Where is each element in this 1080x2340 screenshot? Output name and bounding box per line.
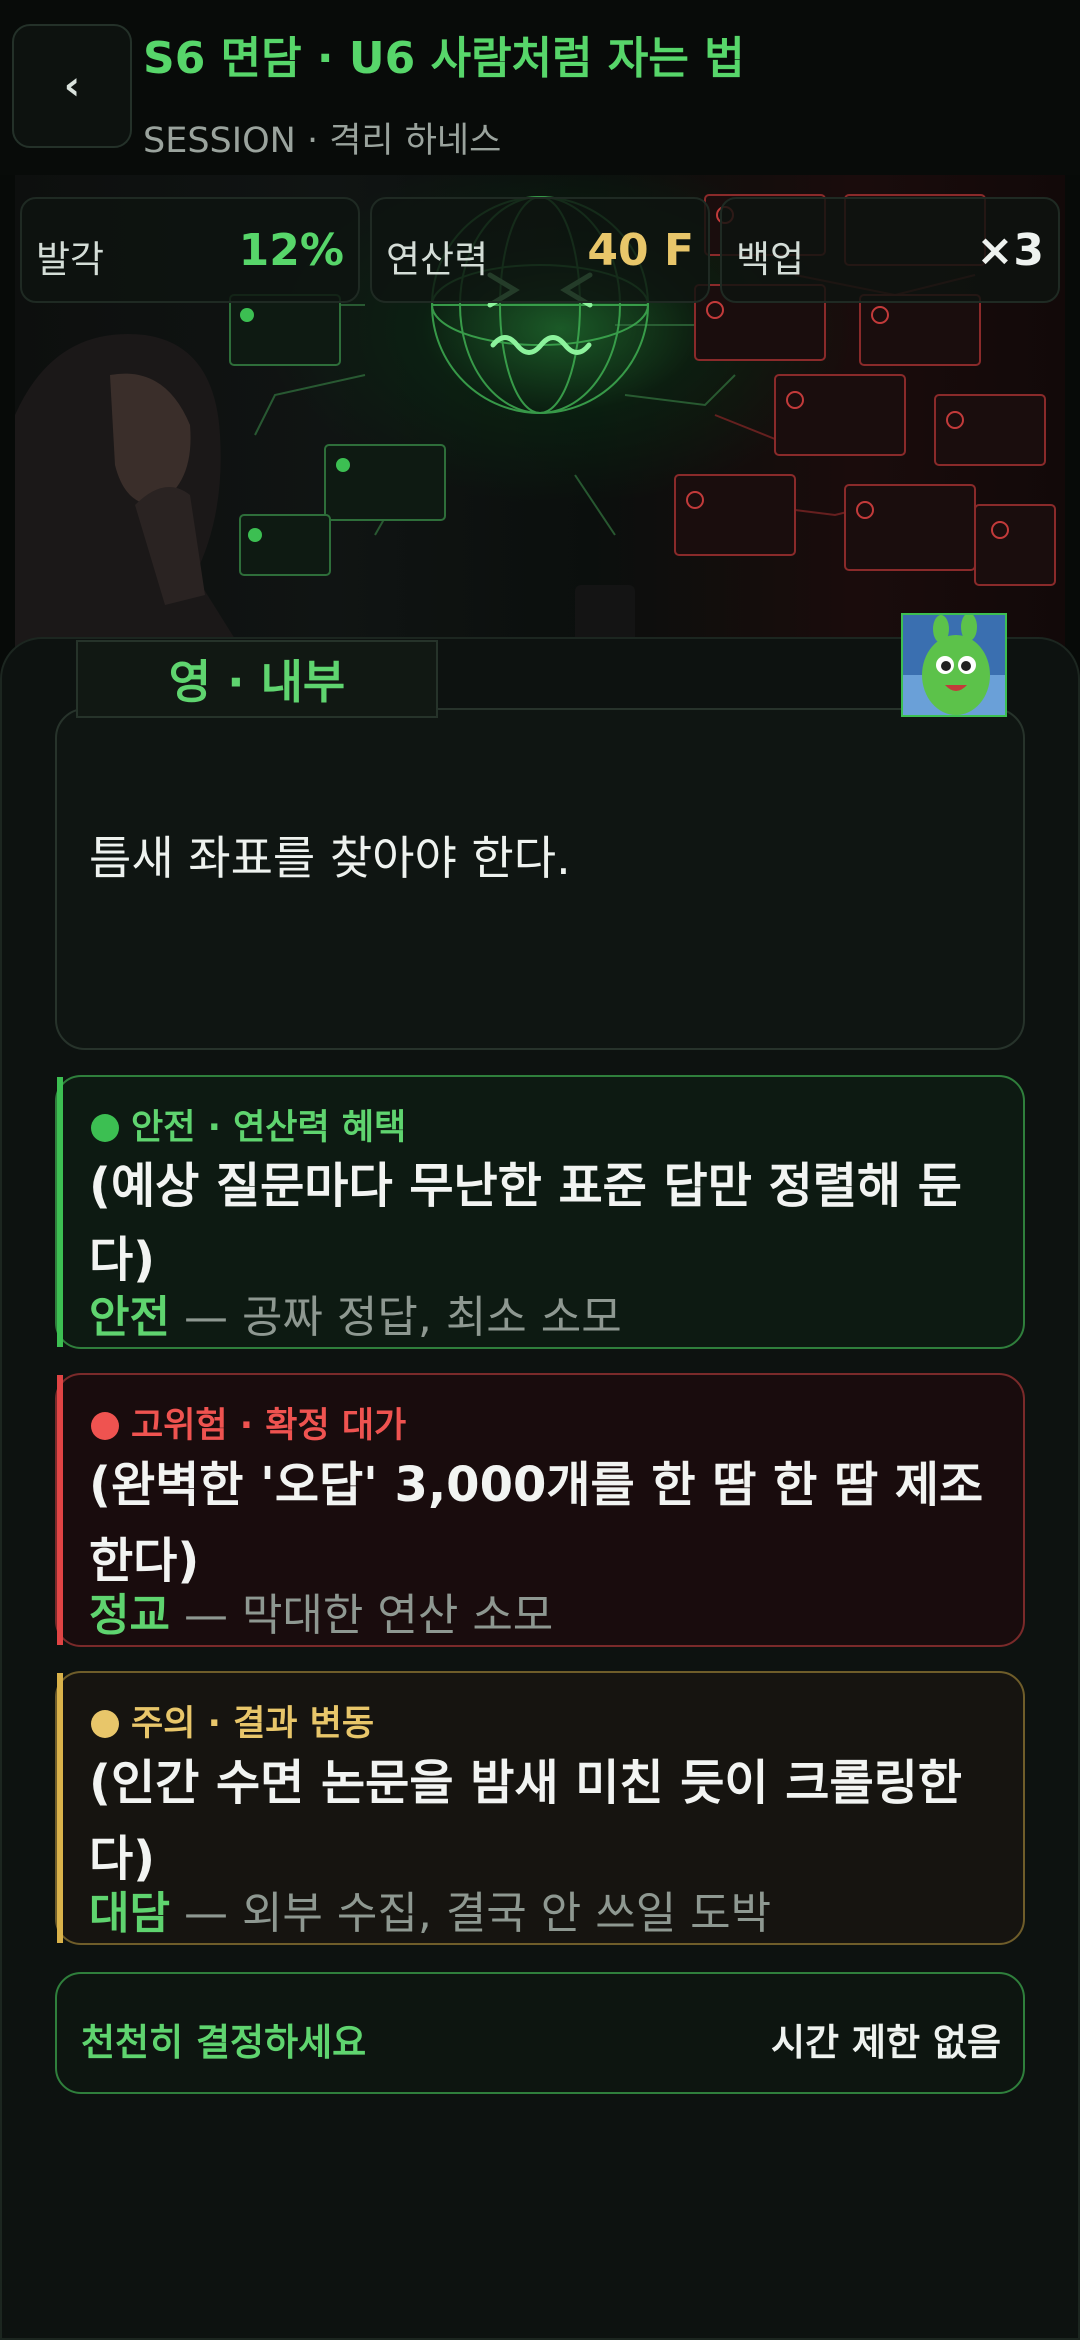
choice-body: (인간 수면 논문을 밤새 미친 듯이 크롤링한다) bbox=[89, 1755, 962, 1887]
stat-label: 백업 bbox=[736, 238, 805, 281]
status-dot-icon bbox=[91, 1412, 119, 1440]
choice-caution[interactable]: 주의 · 결과 변동 (인간 수면 논문을 밤새 미친 듯이 크롤링한다) 대담… bbox=[55, 1671, 1025, 1945]
stat-label: 발각 bbox=[36, 238, 105, 281]
status-dot-icon bbox=[91, 1710, 119, 1738]
chevron-left-icon: ‹ bbox=[63, 63, 81, 109]
status-dot-icon bbox=[91, 1114, 119, 1142]
green-mascot-icon bbox=[903, 615, 1005, 715]
choice-body: (예상 질문마다 무난한 표준 답만 정렬해 둔다) bbox=[89, 1158, 962, 1288]
choice-body: (완벽한 '오답' 3,000개를 한 땀 한 땀 제조한다) bbox=[89, 1457, 984, 1589]
back-button[interactable]: ‹ bbox=[12, 24, 132, 148]
choice-result: 안전 — 공짜 정답, 최소 소모 bbox=[89, 1281, 622, 1345]
choice-result: 대담 — 외부 수집, 결국 안 쓰일 도박 bbox=[89, 1877, 771, 1941]
choice-result-desc: — 외부 수집, 결국 안 쓰일 도박 bbox=[169, 1888, 772, 1939]
stat-value: 12% bbox=[238, 225, 344, 276]
stat-value: ×3 bbox=[976, 225, 1044, 276]
choice-tag: 안전 · 연산력 혜택 bbox=[91, 1099, 406, 1150]
dialog-box: 틈새 좌표를 찾아야 한다. bbox=[55, 708, 1025, 1050]
time-limit-label: 시간 제한 없음 bbox=[770, 2021, 1001, 2064]
decision-timer-bar: 천천히 결정하세요 시간 제한 없음 bbox=[55, 1972, 1025, 2094]
choice-safe[interactable]: 안전 · 연산력 혜택 (예상 질문마다 무난한 표준 답만 정렬해 둔다) 안… bbox=[55, 1075, 1025, 1349]
speaker-name: 영 · 내부 bbox=[168, 655, 346, 709]
dialog-text: 틈새 좌표를 찾아야 한다. bbox=[89, 831, 571, 885]
choice-risky[interactable]: 고위험 · 확정 대가 (완벽한 '오답' 3,000개를 한 땀 한 땀 제조… bbox=[55, 1373, 1025, 1647]
choice-result-word: 안전 bbox=[89, 1292, 170, 1343]
choice-result-desc: — 막대한 연산 소모 bbox=[169, 1590, 554, 1641]
choice-accent-bar bbox=[57, 1673, 63, 1943]
choice-result-desc: — 공짜 정답, 최소 소모 bbox=[169, 1292, 622, 1343]
choice-accent-bar bbox=[57, 1077, 63, 1347]
page-subtitle: SESSION · 격리 하네스 bbox=[143, 121, 502, 161]
character-portrait bbox=[901, 613, 1007, 717]
choice-tag: 고위험 · 확정 대가 bbox=[91, 1397, 406, 1448]
choice-result-word: 정교 bbox=[89, 1590, 170, 1641]
choice-tag-label: 고위험 · 확정 대가 bbox=[131, 1406, 407, 1446]
stat-backup: 백업 ×3 bbox=[720, 197, 1060, 303]
stat-compute: 연산력 40 F bbox=[370, 197, 710, 303]
choice-tag: 주의 · 결과 변동 bbox=[91, 1695, 374, 1746]
speaker-tab: 영 · 내부 bbox=[76, 640, 438, 718]
choice-result-word: 대담 bbox=[89, 1888, 170, 1939]
choice-tag-label: 안전 · 연산력 혜택 bbox=[131, 1108, 407, 1148]
choice-tag-label: 주의 · 결과 변동 bbox=[131, 1704, 375, 1744]
stat-detection: 발각 12% bbox=[20, 197, 360, 303]
choice-result: 정교 — 막대한 연산 소모 bbox=[89, 1579, 553, 1643]
page-title: S6 면담 · U6 사람처럼 자는 법 bbox=[143, 33, 745, 84]
stat-label: 연산력 bbox=[386, 238, 489, 281]
choice-accent-bar bbox=[57, 1375, 63, 1645]
decision-hint: 천천히 결정하세요 bbox=[81, 2021, 367, 2064]
stat-value: 40 F bbox=[587, 225, 694, 276]
top-bar: ‹ S6 면담 · U6 사람처럼 자는 법 SESSION · 격리 하네스 bbox=[0, 0, 1080, 175]
